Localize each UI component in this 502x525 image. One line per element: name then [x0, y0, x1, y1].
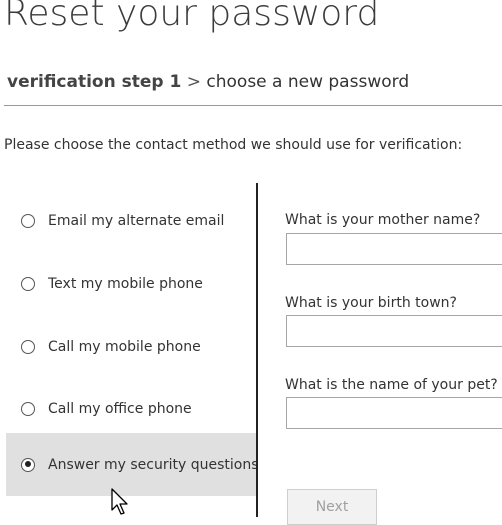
breadcrumb-separator: > — [186, 72, 201, 92]
radio-button[interactable] — [21, 340, 35, 354]
method-label: Call my mobile phone — [48, 339, 201, 355]
answer-input-pet[interactable] — [286, 397, 502, 429]
method-label: Call my office phone — [48, 401, 192, 417]
method-option-security-questions[interactable]: Answer my security questions — [6, 433, 259, 496]
breadcrumb-next-step: choose a new password — [206, 72, 410, 92]
breadcrumb-current-step: verification step 1 — [7, 72, 182, 92]
question-label-birth-town: What is your birth town? — [285, 295, 457, 311]
breadcrumb: verification step 1 > choose a new passw… — [7, 72, 409, 92]
method-option-call-mobile[interactable]: Call my mobile phone — [6, 316, 256, 378]
header-divider — [4, 105, 502, 106]
question-label-pet: What is the name of your pet? — [285, 377, 498, 393]
page-title: Reset your password — [4, 0, 380, 34]
answer-input-mother[interactable] — [286, 233, 502, 265]
radio-button[interactable] — [21, 277, 35, 291]
method-option-call-office[interactable]: Call my office phone — [6, 378, 256, 440]
radio-button-checked[interactable] — [21, 457, 35, 472]
answer-input-birth-town[interactable] — [286, 315, 502, 347]
next-button[interactable]: Next — [287, 489, 377, 525]
radio-button[interactable] — [21, 214, 35, 228]
vertical-divider — [256, 183, 258, 517]
method-option-email[interactable]: Email my alternate email — [6, 190, 256, 252]
radio-button[interactable] — [21, 402, 35, 416]
method-option-text[interactable]: Text my mobile phone — [6, 253, 256, 315]
question-label-mother: What is your mother name? — [285, 212, 481, 228]
method-label: Answer my security questions — [48, 456, 259, 473]
method-label: Text my mobile phone — [48, 276, 203, 292]
instructions-text: Please choose the contact method we shou… — [4, 137, 463, 153]
method-label: Email my alternate email — [48, 213, 225, 229]
mouse-pointer-icon — [111, 488, 128, 515]
